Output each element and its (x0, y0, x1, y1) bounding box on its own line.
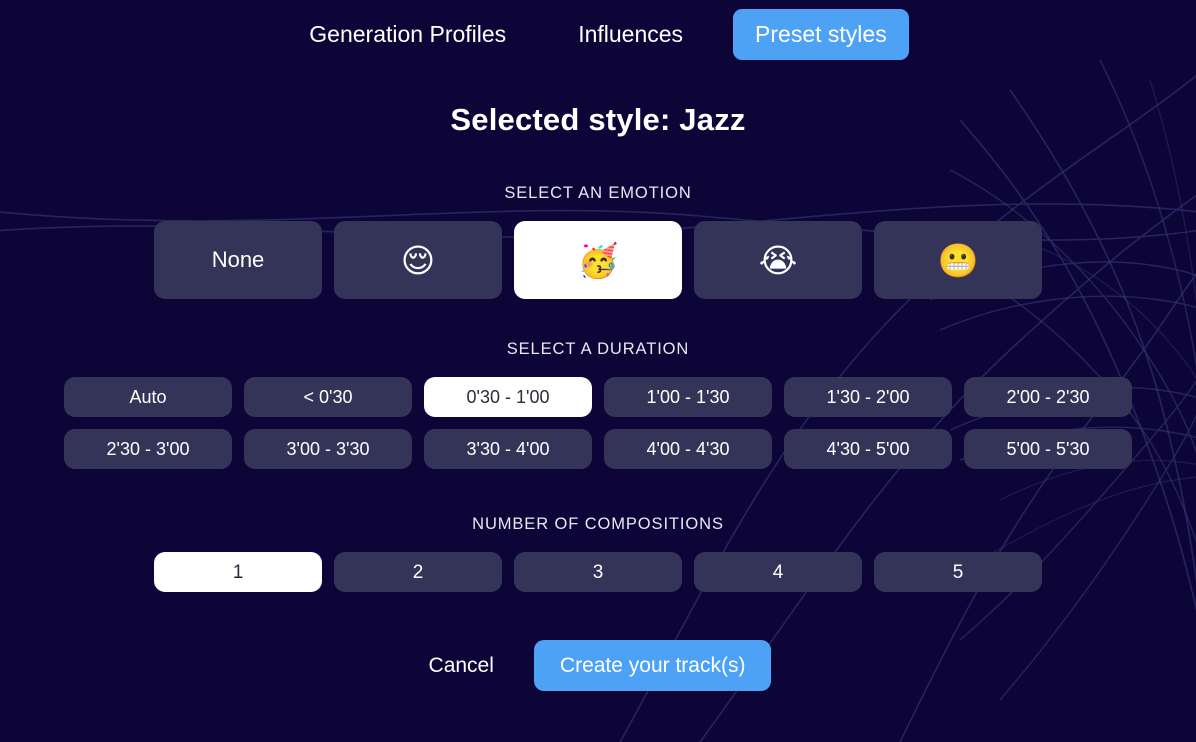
duration-option-label: Auto (129, 387, 167, 407)
compositions-option-1[interactable]: 1 (154, 552, 322, 592)
emotion-option-grimacing[interactable]: 😬 (874, 221, 1042, 299)
top-tabbar: Generation Profiles Influences Preset st… (287, 6, 909, 62)
tab-influences[interactable]: Influences (556, 9, 705, 60)
compositions-option-label: 3 (592, 561, 604, 583)
compositions-option-label: 5 (952, 561, 964, 583)
duration-option-label: 1'00 - 1'30 (646, 387, 730, 407)
duration-option-label: 3'30 - 4'00 (466, 439, 550, 459)
relieved-face-emoji: 😌 (400, 240, 436, 280)
footer-actions: Cancel Create your track(s) (425, 640, 772, 691)
emotion-option-grid: None 😌 🥳 😭 😬 (154, 221, 1042, 299)
section-label-compositions: NUMBER OF COMPOSITIONS (472, 515, 724, 533)
duration-option-label: 1'30 - 2'00 (826, 387, 910, 407)
grimacing-face-emoji: 😬 (937, 240, 979, 280)
duration-option-label: 2'00 - 2'30 (1006, 387, 1090, 407)
duration-option-130-200[interactable]: 1'30 - 2'00 (784, 377, 952, 417)
compositions-option-grid: 1 2 3 4 5 (154, 552, 1042, 592)
emotion-option-relieved[interactable]: 😌 (334, 221, 502, 299)
compositions-option-4[interactable]: 4 (694, 552, 862, 592)
compositions-option-3[interactable]: 3 (514, 552, 682, 592)
duration-option-label: < 0'30 (303, 387, 353, 407)
tab-preset-styles[interactable]: Preset styles (733, 8, 909, 60)
duration-option-label: 3'00 - 3'30 (286, 439, 370, 459)
section-label-emotion: SELECT AN EMOTION (504, 184, 692, 202)
loudly-crying-emoji: 😭 (758, 240, 798, 280)
duration-option-under-030[interactable]: < 0'30 (244, 377, 412, 417)
page-title: Selected style: Jazz (450, 102, 746, 137)
duration-option-100-130[interactable]: 1'00 - 1'30 (604, 377, 772, 417)
emotion-option-partying[interactable]: 🥳 (514, 221, 682, 299)
duration-option-230-300[interactable]: 2'30 - 3'00 (64, 429, 232, 469)
duration-option-label: 2'30 - 3'00 (106, 439, 190, 459)
duration-option-430-500[interactable]: 4'30 - 5'00 (784, 429, 952, 469)
tab-generation-profiles[interactable]: Generation Profiles (287, 9, 528, 60)
duration-option-label: 4'00 - 4'30 (646, 439, 730, 459)
duration-option-auto[interactable]: Auto (64, 377, 232, 417)
duration-option-label: 4'30 - 5'00 (826, 439, 910, 459)
duration-option-grid: Auto < 0'30 0'30 - 1'00 1'00 - 1'30 1'30… (64, 377, 1132, 469)
partying-face-emoji: 🥳 (577, 240, 619, 280)
cancel-button[interactable]: Cancel (425, 648, 498, 684)
compositions-option-label: 1 (232, 561, 244, 583)
duration-option-330-400[interactable]: 3'30 - 4'00 (424, 429, 592, 469)
compositions-option-label: 4 (772, 561, 784, 583)
create-track-button[interactable]: Create your track(s) (533, 640, 772, 691)
compositions-option-2[interactable]: 2 (334, 552, 502, 592)
duration-option-500-530[interactable]: 5'00 - 5'30 (964, 429, 1132, 469)
compositions-option-label: 2 (412, 561, 424, 583)
duration-option-label: 0'30 - 1'00 (466, 387, 550, 407)
duration-option-300-330[interactable]: 3'00 - 3'30 (244, 429, 412, 469)
emotion-option-none[interactable]: None (154, 221, 322, 299)
duration-option-label: 5'00 - 5'30 (1006, 439, 1090, 459)
preset-styles-panel: Generation Profiles Influences Preset st… (0, 0, 1196, 742)
compositions-option-5[interactable]: 5 (874, 552, 1042, 592)
duration-option-400-430[interactable]: 4'00 - 4'30 (604, 429, 772, 469)
section-label-duration: SELECT A DURATION (506, 340, 690, 358)
emotion-option-label: None (211, 247, 265, 272)
duration-option-200-230[interactable]: 2'00 - 2'30 (964, 377, 1132, 417)
duration-option-030-100[interactable]: 0'30 - 1'00 (424, 377, 592, 417)
emotion-option-crying[interactable]: 😭 (694, 221, 862, 299)
